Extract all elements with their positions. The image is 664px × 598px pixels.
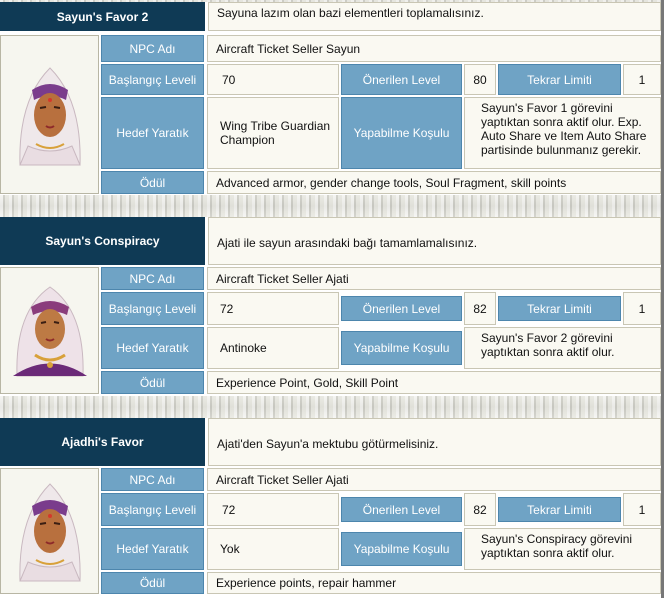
repeat-limit-value: 1 <box>623 292 661 325</box>
npc-portrait-icon <box>12 285 87 376</box>
recommended-level-value: 82 <box>464 292 496 325</box>
requirement-value: Sayun's Favor 2 görevini yaptıktan sonra… <box>464 327 661 369</box>
npc-portrait <box>0 267 99 394</box>
repeat-limit-button[interactable]: Tekrar Limiti <box>498 64 621 95</box>
reward-label: Ödül <box>101 371 204 394</box>
npc-portrait <box>0 35 99 194</box>
requirement-button[interactable]: Yapabilme Koşulu <box>341 532 462 566</box>
npc-portrait-icon <box>18 66 81 165</box>
recommended-level-button[interactable]: Önerilen Level <box>341 64 462 95</box>
target-value: Antinoke <box>207 327 339 369</box>
quest-card: Sayun's Conspiracy Ajati ile sayun arası… <box>0 217 661 395</box>
section-divider <box>0 396 664 418</box>
requirement-button[interactable]: Yapabilme Koşulu <box>341 331 462 365</box>
reward-label: Ödül <box>101 171 204 194</box>
requirement-value: Sayun's Conspiracy görevini yaptıktan so… <box>464 528 661 570</box>
quest-title: Ajadhi's Favor <box>0 418 205 466</box>
start-level-value: 70 <box>207 64 339 95</box>
quest-description: Ajati'den Sayun'a mektubu götürmelisiniz… <box>208 418 661 466</box>
start-level-value: 72 <box>207 493 339 526</box>
section-divider <box>0 195 664 217</box>
npc-label: NPC Adı <box>101 35 204 62</box>
recommended-level-value: 80 <box>464 64 496 95</box>
quest-title: Sayun's Favor 2 <box>0 2 205 31</box>
repeat-limit-button[interactable]: Tekrar Limiti <box>498 296 621 321</box>
npc-portrait <box>0 468 99 594</box>
reward-value: Experience points, repair hammer <box>207 572 661 594</box>
recommended-level-button[interactable]: Önerilen Level <box>341 296 462 321</box>
target-label: Hedef Yaratık <box>101 97 204 169</box>
npc-portrait-icon <box>18 483 81 582</box>
quest-card: Sayun's Favor 2 Sayuna lazım olan bazi e… <box>0 2 661 194</box>
recommended-level-value: 82 <box>464 493 496 526</box>
start-level-label: Başlangıç Leveli <box>101 493 204 526</box>
quest-title: Sayun's Conspiracy <box>0 217 205 265</box>
repeat-limit-value: 1 <box>623 64 661 95</box>
recommended-level-button[interactable]: Önerilen Level <box>341 497 462 522</box>
target-value: Wing Tribe Guardian Champion <box>207 97 339 169</box>
npc-value: Aircraft Ticket Seller Ajati <box>207 468 661 491</box>
reward-value: Advanced armor, gender change tools, Sou… <box>207 171 661 194</box>
quest-card: Ajadhi's Favor Ajati'den Sayun'a mektubu… <box>0 418 661 596</box>
target-value: Yok <box>207 528 339 570</box>
target-label: Hedef Yaratık <box>101 528 204 570</box>
npc-value: Aircraft Ticket Seller Ajati <box>207 267 661 290</box>
start-level-value: 72 <box>207 292 339 325</box>
target-label: Hedef Yaratık <box>101 327 204 369</box>
requirement-value: Sayun's Favor 1 görevini yaptıktan sonra… <box>464 97 661 169</box>
quest-description: Sayuna lazım olan bazi elementleri topla… <box>208 2 661 31</box>
npc-label: NPC Adı <box>101 267 204 290</box>
npc-label: NPC Adı <box>101 468 204 491</box>
start-level-label: Başlangıç Leveli <box>101 64 204 95</box>
requirement-button[interactable]: Yapabilme Koşulu <box>341 97 462 169</box>
quest-description: Ajati ile sayun arasındaki bağı tamamlam… <box>208 217 661 265</box>
start-level-label: Başlangıç Leveli <box>101 292 204 325</box>
repeat-limit-button[interactable]: Tekrar Limiti <box>498 497 621 522</box>
npc-value: Aircraft Ticket Seller Sayun <box>207 35 661 62</box>
reward-value: Experience Point, Gold, Skill Point <box>207 371 661 394</box>
repeat-limit-value: 1 <box>623 493 661 526</box>
reward-label: Ödül <box>101 572 204 594</box>
